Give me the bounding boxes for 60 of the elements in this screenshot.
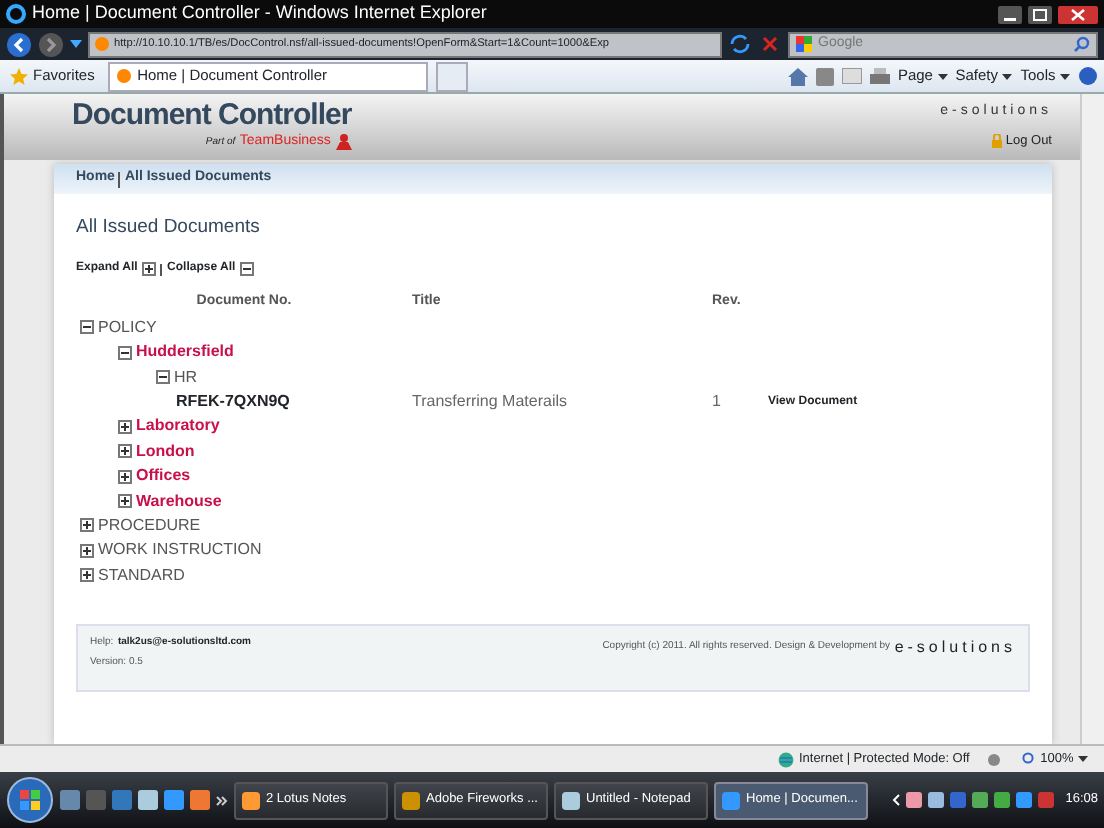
minimize-icon[interactable] — [998, 5, 1022, 23]
app-icon — [562, 791, 580, 809]
star-icon — [10, 67, 29, 85]
caret-icon — [937, 73, 948, 79]
expand-icon[interactable] — [118, 469, 132, 484]
expand-icon[interactable] — [142, 262, 157, 277]
collapse-icon[interactable] — [156, 370, 170, 385]
start-button-icon[interactable] — [6, 776, 54, 824]
logo-text: Document Controller — [72, 98, 352, 132]
people-icon — [335, 134, 352, 151]
caret-icon — [1078, 756, 1088, 762]
page-title: All Issued Documents — [76, 214, 262, 242]
printer-icon[interactable] — [869, 67, 890, 85]
category-label[interactable]: PROCEDURE — [98, 513, 201, 538]
document-number: RFEK-7QXN9Q — [176, 392, 290, 410]
separator — [118, 171, 121, 187]
revision-number: 1 — [712, 392, 721, 410]
refresh-icon[interactable] — [728, 32, 752, 56]
app-icon[interactable] — [972, 792, 989, 808]
collapse-icon[interactable] — [118, 345, 132, 360]
window-title: Home | Document Controller - Windows Internet Explorer — [32, 0, 489, 27]
app-icon — [242, 791, 260, 809]
search-icon[interactable] — [1074, 36, 1090, 52]
back-icon[interactable] — [6, 31, 32, 57]
forward-icon[interactable] — [38, 31, 64, 57]
category-label[interactable]: Huddersfield — [136, 340, 234, 365]
magnifier-icon — [1021, 752, 1036, 766]
home-icon[interactable] — [787, 67, 808, 85]
maximize-icon[interactable] — [1028, 5, 1052, 23]
category-label[interactable]: Offices — [136, 464, 191, 489]
close-icon[interactable] — [1058, 5, 1098, 23]
category-label[interactable]: STANDARD — [98, 563, 185, 588]
caret-icon[interactable] — [70, 40, 82, 48]
document-title: Transferring Materails — [412, 392, 568, 410]
expand-icon[interactable] — [80, 543, 94, 558]
padlock-icon — [991, 134, 1002, 149]
category-label[interactable]: Laboratory — [136, 414, 220, 439]
expand-icon[interactable] — [80, 518, 94, 533]
category-label[interactable]: Warehouse — [136, 489, 222, 514]
chevron-icon[interactable] — [216, 795, 228, 805]
expand-icon[interactable] — [80, 568, 94, 583]
category-label[interactable]: WORK INSTRUCTION — [98, 538, 262, 563]
caret-icon — [1060, 73, 1070, 79]
search-provider-icon — [796, 36, 812, 52]
expand-icon[interactable] — [118, 444, 132, 459]
category-label[interactable]: HR — [174, 365, 198, 390]
company-logo: e-solutions — [894, 636, 1016, 660]
expand-icon[interactable] — [118, 419, 132, 434]
separator — [160, 263, 163, 276]
stop-icon[interactable] — [758, 32, 782, 56]
category-label[interactable]: POLICY — [98, 315, 157, 340]
scrollbar[interactable] — [1080, 94, 1104, 744]
expand-icon[interactable] — [118, 494, 132, 509]
category-label[interactable]: London — [136, 439, 195, 464]
collapse-icon[interactable] — [80, 320, 94, 335]
app-icon — [722, 791, 740, 809]
collapse-icon[interactable] — [239, 262, 254, 277]
app-icon — [402, 791, 420, 809]
caret-icon — [1002, 73, 1013, 79]
globe-icon — [778, 751, 795, 767]
